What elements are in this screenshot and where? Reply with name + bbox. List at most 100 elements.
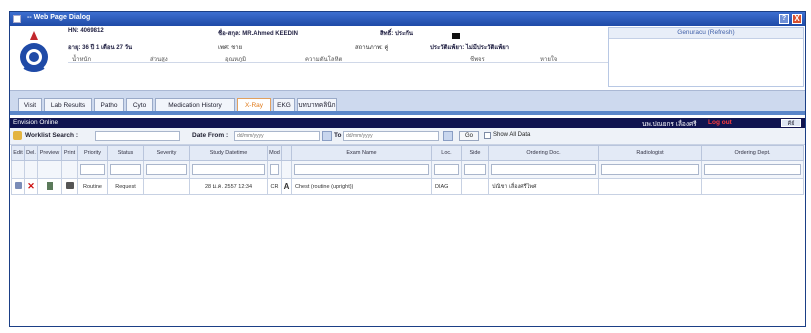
col-header-modality[interactable]: Mod <box>267 145 282 161</box>
filter-cell <box>701 160 804 179</box>
date-from-label: Date From : <box>192 132 229 139</box>
logout-link[interactable]: Log out <box>708 119 732 126</box>
hospital-logo <box>20 31 48 72</box>
date-to-calendar-icon[interactable] <box>443 131 453 141</box>
filter-cell <box>461 160 489 179</box>
severity-cell <box>143 178 190 195</box>
preview-cell <box>37 178 62 195</box>
priority-cell: Routine <box>77 178 108 195</box>
patient-hn: HN: 4069812 <box>68 28 104 34</box>
col-header-radiologist[interactable]: Radiologist <box>598 145 702 161</box>
col-header-severity[interactable]: Severity <box>143 145 190 161</box>
patient-allergy: ประวัติแพ้ยา: ไม่มีประวัติแพ้ยา <box>430 45 510 51</box>
filter-row <box>11 160 804 179</box>
col-header-ordering-doc[interactable]: Ordering Doc. <box>488 145 599 161</box>
show-all-checkbox[interactable] <box>484 132 491 139</box>
filter-cell <box>189 160 268 179</box>
tab-strip: Visit Lab Results Patho Cyto Medication … <box>10 90 805 113</box>
col-header-side[interactable]: Side <box>461 145 489 161</box>
window-title: -- Web Page Dialog <box>27 14 91 21</box>
status-cell: Request <box>107 178 144 195</box>
exam-name-cell: Chest (routine (upright)) <box>291 178 432 195</box>
modality-icon: A <box>283 182 290 191</box>
date-from-input[interactable] <box>234 131 320 141</box>
col-header-print[interactable]: Print <box>61 145 78 161</box>
col-header-location[interactable]: Loc. <box>431 145 462 161</box>
close-button[interactable]: X <box>792 14 802 24</box>
col-header-mod-icon <box>281 145 292 161</box>
module-bar: Envision Online นพ.ปณยกร เลื่องศรี Log o… <box>10 118 805 128</box>
edit-icon[interactable] <box>14 182 22 189</box>
filter-status-input[interactable] <box>110 164 141 175</box>
filter-cell <box>488 160 599 179</box>
search-bar: Worklist Search : Date From : To Go Show… <box>10 128 805 145</box>
filter-mod-input[interactable] <box>270 164 279 175</box>
col-header-delete[interactable]: Del. <box>24 145 38 161</box>
worklist-search-input[interactable] <box>95 131 180 141</box>
location-cell: DIAG <box>431 178 462 195</box>
show-all-label: Show All Data <box>493 132 531 138</box>
worklist-search-label: Worklist Search : <box>25 132 78 139</box>
modality-icon-cell: A <box>281 178 292 195</box>
table-row[interactable]: ✕ Routine Request 28 ม.ค. 2557 12:34 CR … <box>11 178 804 195</box>
filter-doc-input[interactable] <box>491 164 596 175</box>
module-control-button[interactable]: คีย์ <box>781 119 801 127</box>
table-header-row: Edit Del. Preview Print Priority Status … <box>11 145 804 161</box>
window-icon <box>13 15 21 23</box>
col-header-ordering-dept[interactable]: Ordering Dept. <box>701 145 804 161</box>
filter-cell <box>143 160 190 179</box>
filter-cell <box>24 160 38 179</box>
patient-status: สถานภาพ: คู่ <box>355 45 389 51</box>
delete-icon[interactable]: ✕ <box>27 181 35 191</box>
refresh-link[interactable]: Genuracu (Refresh) <box>609 28 803 39</box>
date-to-input[interactable] <box>343 131 439 141</box>
patient-right: สิทธิ์: ประกัน <box>380 31 413 37</box>
filter-priority-input[interactable] <box>80 164 105 175</box>
print-cell <box>61 178 78 195</box>
filter-datetime-input[interactable] <box>192 164 265 175</box>
filter-severity-input[interactable] <box>146 164 187 175</box>
filter-cell <box>11 160 25 179</box>
filter-loc-input[interactable] <box>434 164 459 175</box>
web-page-dialog: -- Web Page Dialog ? X HN: 4069812 ชื่อ-… <box>9 11 806 327</box>
vitals-divider <box>68 57 608 63</box>
ordering-doc-cell: ปณิชา เลื่องศรีไพศ <box>488 178 599 195</box>
col-header-exam-name[interactable]: Exam Name <box>291 145 432 161</box>
filter-cell <box>291 160 432 179</box>
folder-icon <box>13 131 22 140</box>
patient-age: อายุ: 36 ปี 1 เดือน 27 วัน <box>68 45 133 51</box>
page-margin <box>0 0 9 333</box>
side-cell <box>461 178 489 195</box>
col-header-preview[interactable]: Preview <box>37 145 62 161</box>
help-button[interactable]: ? <box>779 14 789 24</box>
date-to-label: To <box>334 132 342 139</box>
filter-cell <box>598 160 702 179</box>
preview-icon[interactable] <box>46 181 53 190</box>
col-header-status[interactable]: Status <box>107 145 144 161</box>
refresh-panel: Genuracu (Refresh) <box>608 27 804 87</box>
filter-dept-input[interactable] <box>704 164 801 175</box>
filter-cell <box>267 160 282 179</box>
filter-cell <box>431 160 462 179</box>
tab-underline <box>10 111 805 115</box>
col-header-study-datetime[interactable]: Study Datetime <box>189 145 268 161</box>
filter-side-input[interactable] <box>464 164 486 175</box>
study-datetime-cell: 28 ม.ค. 2557 12:34 <box>189 178 268 195</box>
col-header-priority[interactable]: Priority <box>77 145 108 161</box>
worklist-table: Edit Del. Preview Print Priority Status … <box>11 145 804 195</box>
col-header-edit[interactable]: Edit <box>11 145 25 161</box>
filter-cell <box>107 160 144 179</box>
delete-cell: ✕ <box>24 178 38 195</box>
edit-cell <box>11 178 25 195</box>
filter-cell <box>61 160 78 179</box>
filter-radiologist-input[interactable] <box>601 164 699 175</box>
ordering-dept-cell <box>701 178 804 195</box>
filter-cell <box>281 160 292 179</box>
modality-cell: CR <box>267 178 282 195</box>
filter-exam-input[interactable] <box>294 164 429 175</box>
patient-header: HN: 4069812 ชื่อ-สกุล: MR.Ahmed KEEDIN ส… <box>10 26 805 90</box>
go-button[interactable]: Go <box>459 131 479 141</box>
date-from-calendar-icon[interactable] <box>322 131 332 141</box>
filter-cell <box>37 160 62 179</box>
print-icon[interactable] <box>65 182 74 189</box>
